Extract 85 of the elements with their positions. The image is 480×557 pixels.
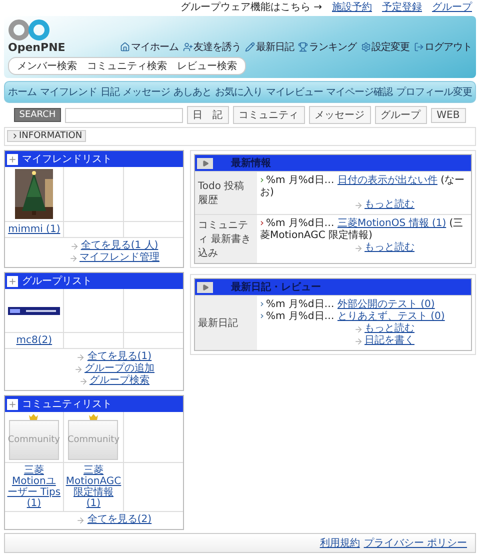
search-link[interactable]: メンバー検索: [17, 59, 77, 73]
plus-icon: [8, 276, 17, 286]
search-target-button[interactable]: コミュニティ: [232, 106, 305, 124]
entry-line: › %m 月%d日… とりあえず、テスト (0): [260, 311, 446, 322]
groupware-link[interactable]: 予定登録: [382, 2, 422, 14]
footer-link[interactable]: プライバシー ポリシー: [364, 536, 467, 550]
arrow-icon: [354, 324, 362, 334]
groupware-lead: グループウェア機能はこちら →: [180, 2, 322, 14]
header-link[interactable]: 友達を誘う: [182, 40, 241, 54]
list-link[interactable]: 全てを見る(1 人): [80, 240, 158, 252]
nav-item[interactable]: マイフレンド: [40, 85, 97, 99]
community-image: Community: [68, 420, 118, 460]
header-link[interactable]: ログアウト: [414, 40, 472, 54]
nav-item[interactable]: マイページ確認: [326, 85, 393, 99]
arrow-icon: [78, 376, 88, 386]
more-link[interactable]: もっと読む: [364, 199, 414, 211]
row-label: コミュニティ 最新書き込み: [195, 215, 257, 263]
section-title: グループリスト: [22, 274, 92, 288]
list-link[interactable]: 全てを見る(2): [87, 514, 152, 526]
search-target-button[interactable]: グループ: [374, 106, 427, 124]
entry-line: › %m 月%d日… 外部公開のテスト (0): [260, 299, 436, 310]
search-link[interactable]: コミュニティ検索: [87, 59, 167, 73]
plus-icon: [8, 400, 17, 408]
plus-icon: [8, 154, 17, 164]
section-title: 最新情報: [231, 156, 271, 170]
arrow-icon: [354, 200, 362, 210]
nav-item[interactable]: マイレビュー: [266, 85, 323, 99]
arrow-icon: [354, 244, 362, 252]
search-button[interactable]: SEARCH: [14, 108, 61, 122]
row-label: 最新日記: [195, 296, 257, 350]
groupware-link[interactable]: 施設予約: [332, 2, 372, 14]
header-link[interactable]: 最新日記: [245, 40, 294, 54]
arrow-icon: [70, 242, 79, 250]
more-link[interactable]: 日記を書く: [364, 335, 414, 347]
arrow-icon: [68, 254, 78, 262]
more-link[interactable]: もっと読む: [364, 323, 414, 335]
nav-item[interactable]: ホーム: [8, 85, 36, 99]
trophy-icon: [298, 42, 308, 52]
more-link[interactable]: もっと読む: [364, 242, 414, 254]
list-link[interactable]: グループの追加: [84, 363, 154, 375]
section-title: コミュニティリスト: [22, 398, 112, 411]
header-link[interactable]: 設定変更: [360, 40, 410, 54]
home-icon: [120, 42, 130, 52]
search-target-button[interactable]: メッセージ: [308, 106, 371, 124]
nav-item[interactable]: あしあと: [174, 85, 212, 99]
info-tab[interactable]: INFORMATION: [7, 130, 86, 142]
nav-item[interactable]: メッセージ: [122, 85, 170, 99]
header-link[interactable]: ランキング: [298, 40, 356, 54]
groupware-link[interactable]: グループ: [432, 2, 472, 14]
entry-link[interactable]: 日付の表示が出ない件: [337, 175, 438, 186]
row-label: Todo 投稿履歴: [195, 172, 257, 214]
search-target-button[interactable]: WEB: [430, 108, 466, 122]
person-icon: [182, 42, 192, 52]
search-link[interactable]: レビュー検索: [177, 59, 237, 73]
logo-icon: [8, 19, 52, 41]
header-link[interactable]: マイホーム: [120, 40, 178, 54]
section-title: マイフレンドリスト: [22, 153, 112, 166]
entry-link[interactable]: とりあえず、テスト (0): [337, 311, 445, 322]
entry-line: › %m 月%d日… 三菱MotionOS 情報 (1) (三菱MotionAGC 限定情報): [260, 218, 464, 242]
nav-item[interactable]: プロフィール変更: [396, 85, 472, 99]
footer-link[interactable]: 利用規約: [320, 536, 360, 550]
group-link[interactable]: mc8(2): [16, 335, 52, 346]
nav-item[interactable]: お気に入り: [214, 85, 262, 99]
arrow-icon: [76, 516, 86, 524]
arrow-icon: [354, 336, 362, 346]
list-link[interactable]: マイフレンド管理: [80, 252, 160, 264]
pencil-icon: [245, 42, 255, 52]
community-link[interactable]: 三菱Motionユーザー Tips (1): [7, 465, 61, 509]
community-image: Community: [8, 420, 59, 460]
search-target-button[interactable]: 日 記: [186, 106, 229, 124]
logo-text: OpenPNE: [8, 41, 66, 54]
entry-line: › %m 月%d日… 日付の表示が出ない件 (なーお): [260, 175, 466, 198]
list-link[interactable]: グループ検索: [90, 375, 150, 387]
nav-item[interactable]: 日記: [100, 85, 120, 99]
settings-icon: [360, 42, 370, 52]
arrow-icon: [76, 352, 86, 362]
logout-icon: [414, 42, 424, 52]
search-field[interactable]: [64, 108, 183, 122]
arrow-icon: [74, 364, 82, 374]
list-link[interactable]: 全てを見る(1): [87, 351, 152, 363]
entry-link[interactable]: 外部公開のテスト (0): [337, 299, 435, 310]
entry-link[interactable]: 三菱MotionOS 情報 (1): [337, 218, 446, 229]
friend-link[interactable]: mimmi (1): [8, 224, 60, 235]
community-link[interactable]: 三菱 MotionAGC限定情報 (1): [66, 465, 122, 509]
section-title: 最新日記・レビュー: [231, 280, 321, 294]
